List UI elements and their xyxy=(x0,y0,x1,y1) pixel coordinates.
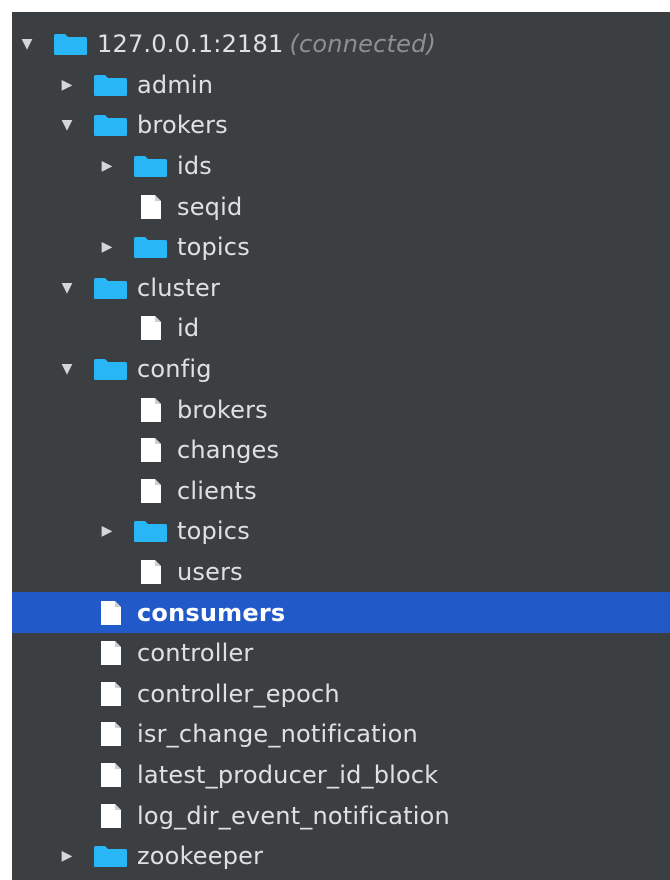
file-icon xyxy=(94,762,127,787)
tree-node-label: isr_change_notification xyxy=(137,720,418,748)
file-icon xyxy=(134,560,167,585)
tree-node-brokers-seqid[interactable]: seqid xyxy=(12,186,670,227)
folder-icon xyxy=(54,32,87,56)
tree-node-config-changes[interactable]: changes xyxy=(12,430,670,471)
tree-node-config-clients[interactable]: clients xyxy=(12,471,670,512)
node-name: latest_producer_id_block xyxy=(137,760,439,789)
node-name: cluster xyxy=(137,273,221,302)
tree-node-label: users xyxy=(177,558,243,586)
node-name: controller_epoch xyxy=(137,679,340,708)
node-name: clients xyxy=(177,476,257,505)
tree-node-label: topics xyxy=(177,233,250,261)
file-icon xyxy=(94,722,127,747)
collapse-arrow-right-icon[interactable]: ▶ xyxy=(100,240,114,254)
collapse-arrow-right-icon[interactable]: ▶ xyxy=(100,524,114,538)
tree-node-controller[interactable]: controller xyxy=(12,633,670,674)
collapse-arrow-right-icon[interactable]: ▶ xyxy=(60,849,74,863)
tree-node-latest-producer-id-block[interactable]: latest_producer_id_block xyxy=(12,755,670,796)
file-icon xyxy=(94,803,127,828)
tree-node-label: clients xyxy=(177,477,257,505)
znode-tree: ▼ 127.0.0.1:2181 (connected) ▶ admin ▼ brokers… xyxy=(12,24,670,876)
file-icon xyxy=(134,316,167,341)
zookeeper-tree-panel: ▼ 127.0.0.1:2181 (connected) ▶ admin ▼ brokers… xyxy=(12,12,670,880)
tree-node-zookeeper[interactable]: ▶ zookeeper xyxy=(12,836,670,877)
tree-node-brokers-topics[interactable]: ▶ topics xyxy=(12,227,670,268)
node-name: controller xyxy=(137,639,254,668)
tree-node-label: log_dir_event_notification xyxy=(137,802,450,830)
tree-node-label: controller_epoch xyxy=(137,680,340,708)
file-icon xyxy=(94,681,127,706)
expand-arrow-down-icon[interactable]: ▼ xyxy=(60,281,74,295)
node-name: ids xyxy=(177,152,213,181)
tree-node-label: seqid xyxy=(177,193,242,221)
node-name: brokers xyxy=(177,395,268,424)
node-name: 127.0.0.1:2181 xyxy=(97,30,284,59)
folder-icon xyxy=(94,113,127,137)
tree-node-label: controller xyxy=(137,639,254,667)
folder-icon xyxy=(134,235,167,259)
folder-icon xyxy=(94,276,127,300)
tree-node-config-users[interactable]: users xyxy=(12,552,670,593)
tree-node-label: ids xyxy=(177,152,212,180)
node-name: changes xyxy=(177,436,280,465)
tree-node-config-topics[interactable]: ▶ topics xyxy=(12,511,670,552)
expand-arrow-down-icon[interactable]: ▼ xyxy=(60,362,74,376)
tree-node-config-brokers[interactable]: brokers xyxy=(12,389,670,430)
tree-node-cluster-id[interactable]: id xyxy=(12,308,670,349)
node-name: brokers xyxy=(137,111,228,140)
tree-node-brokers[interactable]: ▼ brokers xyxy=(12,105,670,146)
node-name: topics xyxy=(177,517,250,546)
expand-arrow-down-icon[interactable]: ▼ xyxy=(20,37,34,51)
file-icon xyxy=(134,397,167,422)
tree-node-controller-epoch[interactable]: controller_epoch xyxy=(12,674,670,715)
file-icon xyxy=(134,194,167,219)
folder-icon xyxy=(94,844,127,868)
collapse-arrow-right-icon[interactable]: ▶ xyxy=(100,159,114,173)
node-name: seqid xyxy=(177,192,243,221)
tree-node-label: latest_producer_id_block xyxy=(137,761,438,789)
file-icon xyxy=(134,438,167,463)
tree-node-consumers[interactable]: consumers xyxy=(12,592,670,633)
tree-node-label: id xyxy=(177,314,199,342)
node-name: log_dir_event_notification xyxy=(137,801,450,830)
tree-node-label: changes xyxy=(177,436,279,464)
tree-node-admin[interactable]: ▶ admin xyxy=(12,65,670,106)
tree-node-label: consumers xyxy=(137,599,285,627)
tree-node-label: admin xyxy=(137,71,213,99)
node-name: isr_change_notification xyxy=(137,720,418,749)
tree-node-label: config xyxy=(137,355,212,383)
folder-icon xyxy=(134,519,167,543)
node-name: id xyxy=(177,314,200,343)
node-name: topics xyxy=(177,233,250,262)
node-name: admin xyxy=(137,70,214,99)
tree-node-label: topics xyxy=(177,517,250,545)
folder-icon xyxy=(94,357,127,381)
tree-node-config[interactable]: ▼ config xyxy=(12,349,670,390)
node-name: config xyxy=(137,355,212,384)
folder-icon xyxy=(94,73,127,97)
tree-node-label: brokers xyxy=(137,111,228,139)
expand-arrow-down-icon[interactable]: ▼ xyxy=(60,118,74,132)
file-icon xyxy=(134,478,167,503)
collapse-arrow-right-icon[interactable]: ▶ xyxy=(60,78,74,92)
connection-status: (connected) xyxy=(289,30,437,59)
tree-node-isr-change-notification[interactable]: isr_change_notification xyxy=(12,714,670,755)
tree-node-label: zookeeper xyxy=(137,842,263,870)
tree-node-cluster[interactable]: ▼ cluster xyxy=(12,268,670,309)
tree-node-label: 127.0.0.1:2181 (connected) xyxy=(97,30,436,58)
file-icon xyxy=(94,600,127,625)
node-name: consumers xyxy=(137,598,286,627)
tree-node-root[interactable]: ▼ 127.0.0.1:2181 (connected) xyxy=(12,24,670,65)
file-icon xyxy=(94,641,127,666)
node-name: zookeeper xyxy=(137,842,264,871)
tree-node-label: brokers xyxy=(177,396,268,424)
node-name: users xyxy=(177,558,243,587)
tree-node-brokers-ids[interactable]: ▶ ids xyxy=(12,146,670,187)
tree-node-log-dir-event-notification[interactable]: log_dir_event_notification xyxy=(12,795,670,836)
tree-node-label: cluster xyxy=(137,274,220,302)
folder-icon xyxy=(134,154,167,178)
